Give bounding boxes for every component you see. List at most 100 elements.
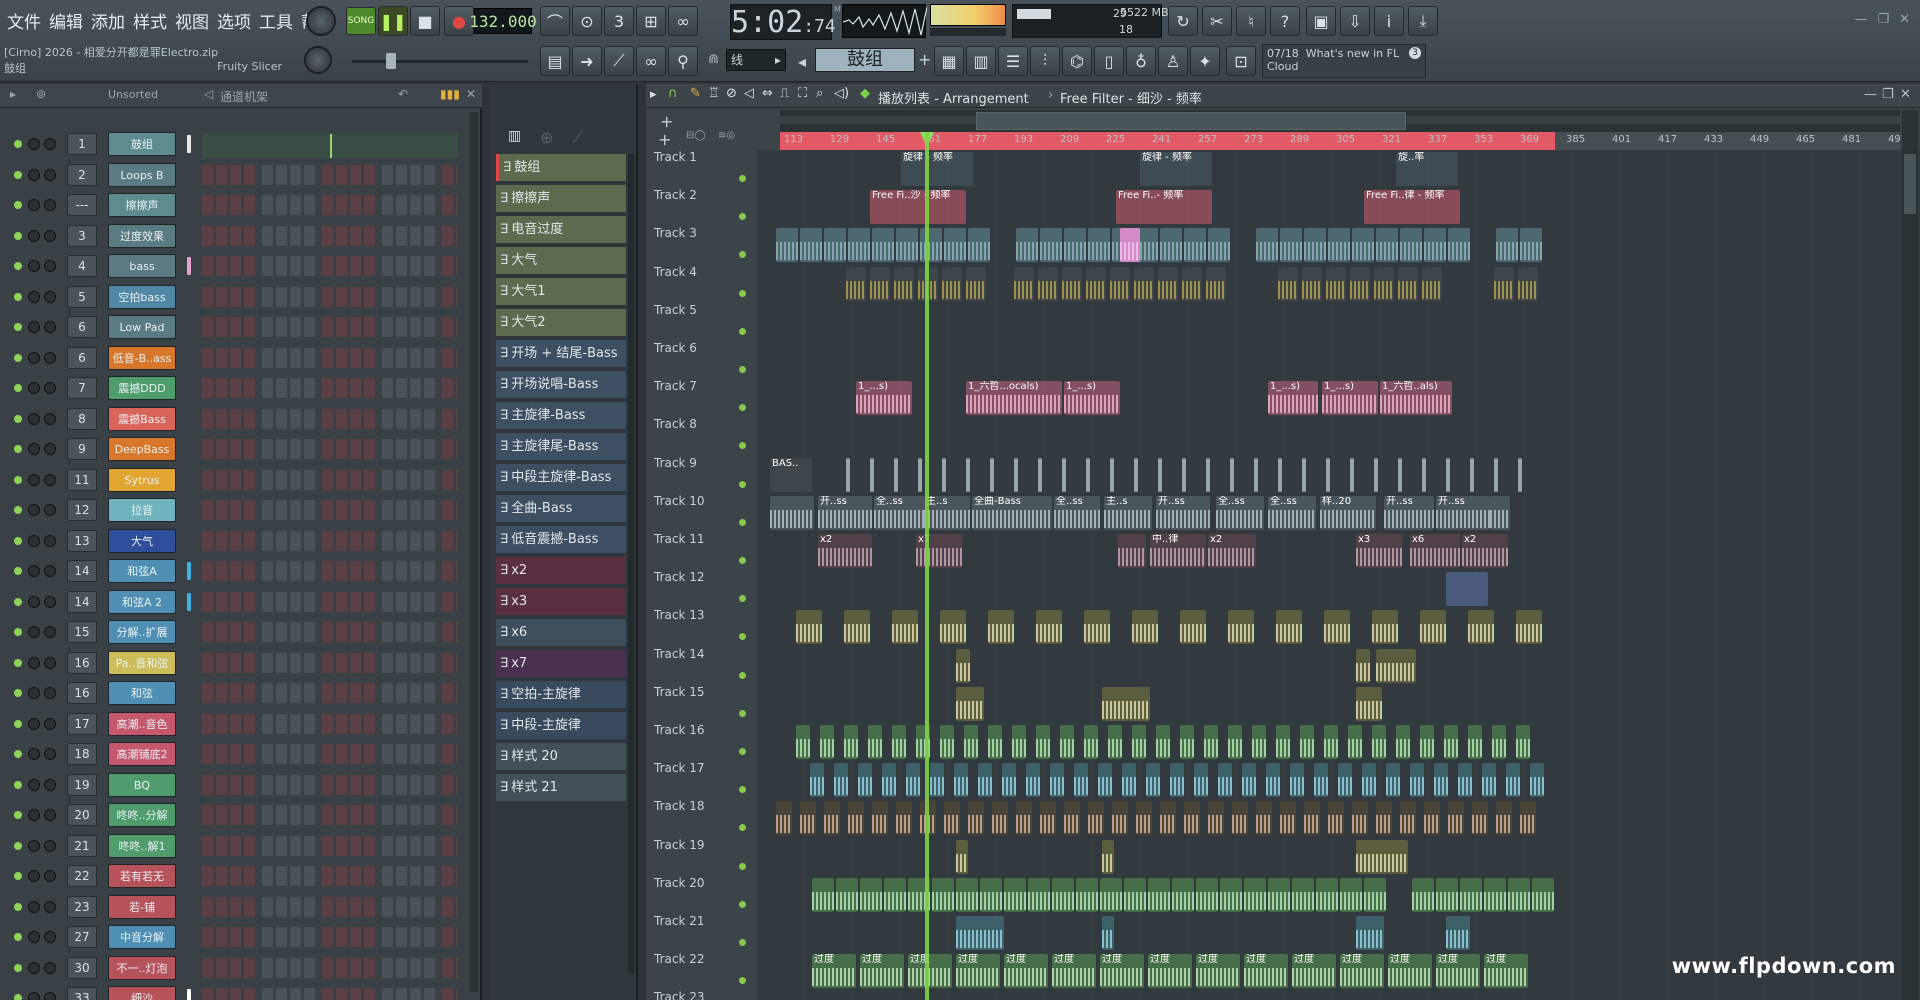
playlist-clip[interactable] xyxy=(1352,228,1374,263)
step-sequencer[interactable] xyxy=(202,988,458,1000)
playlist-clip[interactable] xyxy=(1038,266,1058,301)
playlist-clip[interactable] xyxy=(1458,763,1472,798)
graph-icon[interactable]: ▮▮▮ xyxy=(440,87,460,101)
playlist-clip[interactable] xyxy=(1242,763,1256,798)
playlist-clip[interactable] xyxy=(1448,801,1464,836)
playlist-clip[interactable]: 全曲-Bass xyxy=(972,495,1052,530)
playlist-clip[interactable] xyxy=(1076,877,1098,912)
playlist-clip[interactable] xyxy=(1228,725,1242,759)
volume-knob[interactable] xyxy=(44,595,56,608)
playlist-clip[interactable] xyxy=(1100,877,1122,912)
track-header[interactable]: Track 20 xyxy=(654,876,752,914)
playlist-clip[interactable] xyxy=(812,877,834,912)
playlist-clip[interactable] xyxy=(1516,610,1542,645)
track-enable-led[interactable] xyxy=(739,824,746,832)
volume-knob[interactable] xyxy=(44,992,56,1000)
prev-pattern-icon[interactable]: ◂ xyxy=(798,52,806,71)
mixer-track-number[interactable]: 21 xyxy=(67,834,97,857)
mixer-track-number[interactable]: 1 xyxy=(67,133,97,155)
mixer-track-number[interactable]: 17 xyxy=(67,712,97,735)
mixer-track-number[interactable]: 8 xyxy=(67,407,97,430)
picker-scrollbar[interactable] xyxy=(628,154,634,974)
loop-record-button[interactable]: ∞ xyxy=(668,6,698,36)
playlist-clip[interactable] xyxy=(1204,725,1218,759)
pattern-item[interactable]: ∃ 全曲-Bass xyxy=(496,495,626,522)
mixer-track-number[interactable]: 11 xyxy=(67,468,97,491)
step-edit-button[interactable]: ⊞ xyxy=(636,6,666,36)
brush-icon[interactable]: ♖ xyxy=(708,86,720,101)
playlist-clip[interactable] xyxy=(1396,725,1410,759)
volume-knob[interactable] xyxy=(44,870,56,882)
track-header[interactable]: Track 21 xyxy=(654,914,752,952)
playlist-clip[interactable] xyxy=(894,266,914,301)
channel-row[interactable]: 11 Sytrus xyxy=(0,466,482,494)
playlist-clip[interactable]: 过度 xyxy=(1196,954,1240,989)
volume-knob[interactable] xyxy=(44,839,56,852)
channel-name-button[interactable]: 若-铺 xyxy=(108,894,176,919)
step-sequencer[interactable] xyxy=(202,317,458,337)
channel-name-button[interactable]: DeepBass xyxy=(108,437,176,461)
mixer-button[interactable]: ▦ xyxy=(934,46,964,76)
step-sequencer[interactable] xyxy=(202,713,458,734)
playlist-clip[interactable] xyxy=(1372,725,1386,759)
track-header[interactable]: Track 14 xyxy=(654,647,752,685)
playlist-clip[interactable] xyxy=(1446,457,1450,492)
pattern-item[interactable]: ∃ 开场 + 结尾-Bass xyxy=(496,340,626,367)
step-sequencer[interactable] xyxy=(202,805,458,825)
pan-knob[interactable] xyxy=(28,656,40,669)
channel-name-button[interactable]: 鼓组 xyxy=(108,132,176,156)
track-header[interactable]: Track 6 xyxy=(654,341,752,379)
playlist-clip[interactable] xyxy=(954,763,968,798)
playlist-clip[interactable] xyxy=(1434,763,1448,798)
mute-led[interactable] xyxy=(14,292,22,301)
track-enable-led[interactable] xyxy=(739,748,746,755)
channel-row[interactable]: 14 和弦A xyxy=(0,557,482,585)
playlist-clip[interactable] xyxy=(844,725,858,759)
step-sequencer[interactable] xyxy=(202,378,458,398)
mixer-track-number[interactable]: 6 xyxy=(67,316,97,338)
cart-button[interactable]: ⊡ xyxy=(1226,46,1256,76)
playlist-clip[interactable]: x2 xyxy=(1208,534,1256,568)
playlist-clip[interactable] xyxy=(1170,763,1184,798)
mixer-track-number[interactable]: 14 xyxy=(67,590,97,613)
playlist-clip[interactable] xyxy=(1508,877,1530,912)
channel-name-button[interactable]: 和弦A 2 xyxy=(108,589,176,614)
playlist-clip[interactable] xyxy=(1040,228,1062,263)
track-header[interactable]: Track 5 xyxy=(654,303,752,341)
mixer-track-number[interactable]: 18 xyxy=(67,743,97,765)
playlist-button[interactable]: ▤ xyxy=(540,46,570,76)
channel-name-button[interactable]: 咚咚..分解 xyxy=(108,803,176,827)
playlist-clip[interactable] xyxy=(1102,916,1114,950)
channel-row[interactable]: 16 Pa..音和弦 xyxy=(0,649,482,677)
playlist-clip[interactable] xyxy=(1324,610,1350,645)
add-track-icon[interactable]: + xyxy=(660,112,673,131)
mixer-track-number[interactable]: 6 xyxy=(67,346,97,369)
playlist-clip[interactable] xyxy=(848,228,870,263)
mixer-track-number[interactable]: 15 xyxy=(67,621,97,643)
playlist-clip[interactable] xyxy=(1300,725,1314,759)
track-header[interactable]: Track 13 xyxy=(654,608,752,646)
playlist-clip[interactable] xyxy=(1256,801,1272,836)
minimize-icon[interactable]: — xyxy=(1864,87,1877,102)
channel-name-button[interactable]: BQ xyxy=(108,772,176,797)
playlist-clip[interactable] xyxy=(1364,877,1386,912)
playlist-clip[interactable] xyxy=(992,801,1008,836)
channel-row[interactable]: 13 大气 xyxy=(0,527,482,555)
track-enable-led[interactable] xyxy=(739,633,746,641)
pitch-knob[interactable] xyxy=(304,46,332,74)
playlist-clip[interactable]: 过度 xyxy=(1484,954,1528,989)
playlist-clip[interactable]: 主..s xyxy=(1104,495,1152,530)
playlist-clip[interactable] xyxy=(1158,457,1162,492)
mute-led[interactable] xyxy=(14,811,22,819)
mute-led[interactable] xyxy=(14,567,22,575)
track-enable-led[interactable] xyxy=(739,557,746,564)
step-sequencer[interactable] xyxy=(202,774,458,795)
playlist-clip[interactable]: 全..ss xyxy=(1054,495,1100,530)
playlist-clip[interactable]: x2 xyxy=(818,534,872,568)
playlist-clip[interactable] xyxy=(1118,534,1146,568)
plugin-button[interactable]: ⌬ xyxy=(1062,46,1092,76)
track-enable-led[interactable] xyxy=(739,251,746,259)
playlist-clip[interactable] xyxy=(932,877,954,912)
playlist-clip[interactable] xyxy=(1012,725,1026,759)
playlist-clip[interactable]: 过度 xyxy=(1004,954,1048,989)
